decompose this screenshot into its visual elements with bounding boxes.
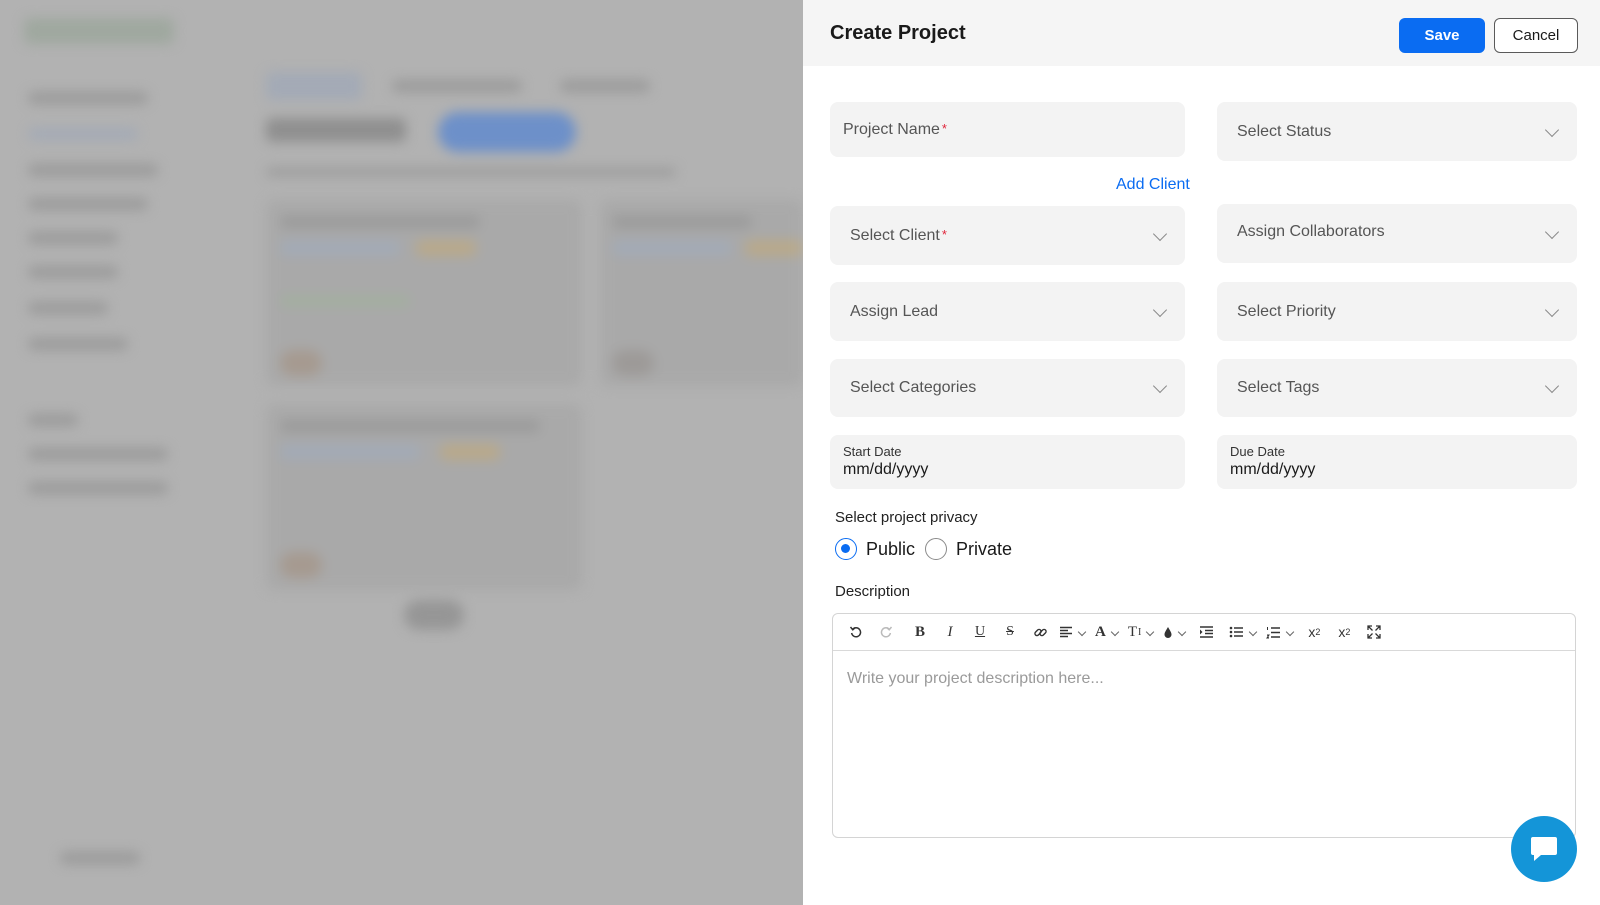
background-app-overlay: [0, 0, 803, 905]
link-icon[interactable]: [1025, 620, 1055, 644]
lead-select-label: Assign Lead: [850, 303, 939, 320]
priority-select-label: Select Priority: [1237, 303, 1336, 320]
bold-icon[interactable]: B: [905, 620, 935, 644]
undo-icon[interactable]: [841, 620, 871, 644]
due-date-label: Due Date: [1230, 444, 1285, 459]
lead-select[interactable]: Assign Lead: [830, 282, 1185, 341]
status-select[interactable]: Select Status: [1217, 102, 1577, 161]
editor-toolbar: B I U S A TI x2 x2: [833, 614, 1575, 651]
tags-select[interactable]: Select Tags: [1217, 359, 1577, 417]
add-client-link[interactable]: Add Client: [1116, 176, 1190, 194]
collaborators-select-label: Assign Collaborators: [1237, 223, 1385, 240]
chevron-down-icon: [1544, 302, 1560, 317]
categories-select[interactable]: Select Categories: [830, 359, 1185, 417]
categories-select-label: Select Categories: [850, 379, 977, 396]
drawer-header: Create Project Save Cancel: [803, 0, 1600, 66]
chat-icon: [1531, 837, 1557, 861]
client-select[interactable]: Select Client *: [830, 206, 1185, 265]
bullet-list-icon[interactable]: [1225, 620, 1262, 644]
due-date-value: mm/dd/yyyy: [1230, 461, 1316, 478]
cancel-button[interactable]: Cancel: [1494, 18, 1578, 53]
subscript-icon[interactable]: x2: [1329, 620, 1359, 644]
description-placeholder: Write your project description here...: [847, 670, 1104, 687]
chevron-down-icon: [1152, 378, 1168, 394]
start-date-label: Start Date: [843, 444, 902, 459]
required-mark: *: [941, 121, 947, 136]
private-radio[interactable]: [925, 538, 948, 560]
fullscreen-icon[interactable]: [1359, 620, 1389, 644]
chevron-down-icon: [1544, 224, 1560, 239]
indent-icon[interactable]: [1191, 620, 1221, 644]
highlight-icon[interactable]: [1159, 620, 1191, 644]
strikethrough-icon[interactable]: S: [995, 620, 1025, 644]
start-date-value: mm/dd/yyyy: [843, 461, 929, 478]
project-name-label: Project Name *: [843, 121, 947, 138]
chevron-down-icon: [1152, 226, 1168, 241]
description-label: Description: [835, 583, 911, 600]
chat-support-button[interactable]: [1511, 816, 1577, 882]
tags-select-label: Select Tags: [1237, 379, 1320, 396]
status-select-label: Select Status: [1237, 123, 1332, 140]
public-radio-label[interactable]: Public: [866, 539, 915, 560]
superscript-icon[interactable]: x2: [1299, 620, 1329, 644]
collaborators-select[interactable]: Assign Collaborators: [1217, 204, 1577, 263]
required-mark: *: [941, 227, 947, 242]
privacy-label: Select project privacy: [835, 509, 978, 526]
start-date-input[interactable]: Start Date mm/dd/yyyy: [830, 435, 1185, 489]
italic-icon[interactable]: I: [935, 620, 965, 644]
due-date-input[interactable]: Due Date mm/dd/yyyy: [1217, 435, 1577, 489]
numbered-list-icon[interactable]: [1262, 620, 1299, 644]
underline-icon[interactable]: U: [965, 620, 995, 644]
chevron-down-icon: [1544, 122, 1560, 137]
drawer-title: Create Project: [830, 21, 966, 44]
chevron-down-icon: [1544, 378, 1560, 394]
chevron-down-icon: [1152, 302, 1168, 317]
private-radio-label[interactable]: Private: [956, 539, 1012, 560]
save-button[interactable]: Save: [1399, 18, 1485, 53]
create-project-drawer: Create Project Save Cancel Project Name *…: [803, 0, 1600, 905]
priority-select[interactable]: Select Priority: [1217, 282, 1577, 341]
client-select-label: Select Client *: [850, 227, 947, 244]
redo-icon[interactable]: [871, 620, 901, 644]
privacy-radio-group: Public Private: [835, 538, 1022, 560]
text-size-icon[interactable]: TI: [1124, 620, 1160, 644]
description-editor[interactable]: B I U S A TI x2 x2 Write your project de…: [832, 613, 1576, 838]
align-icon[interactable]: [1055, 620, 1091, 644]
font-color-icon[interactable]: A: [1091, 620, 1124, 644]
project-name-input[interactable]: Project Name *: [830, 102, 1185, 157]
public-radio[interactable]: [835, 538, 857, 560]
